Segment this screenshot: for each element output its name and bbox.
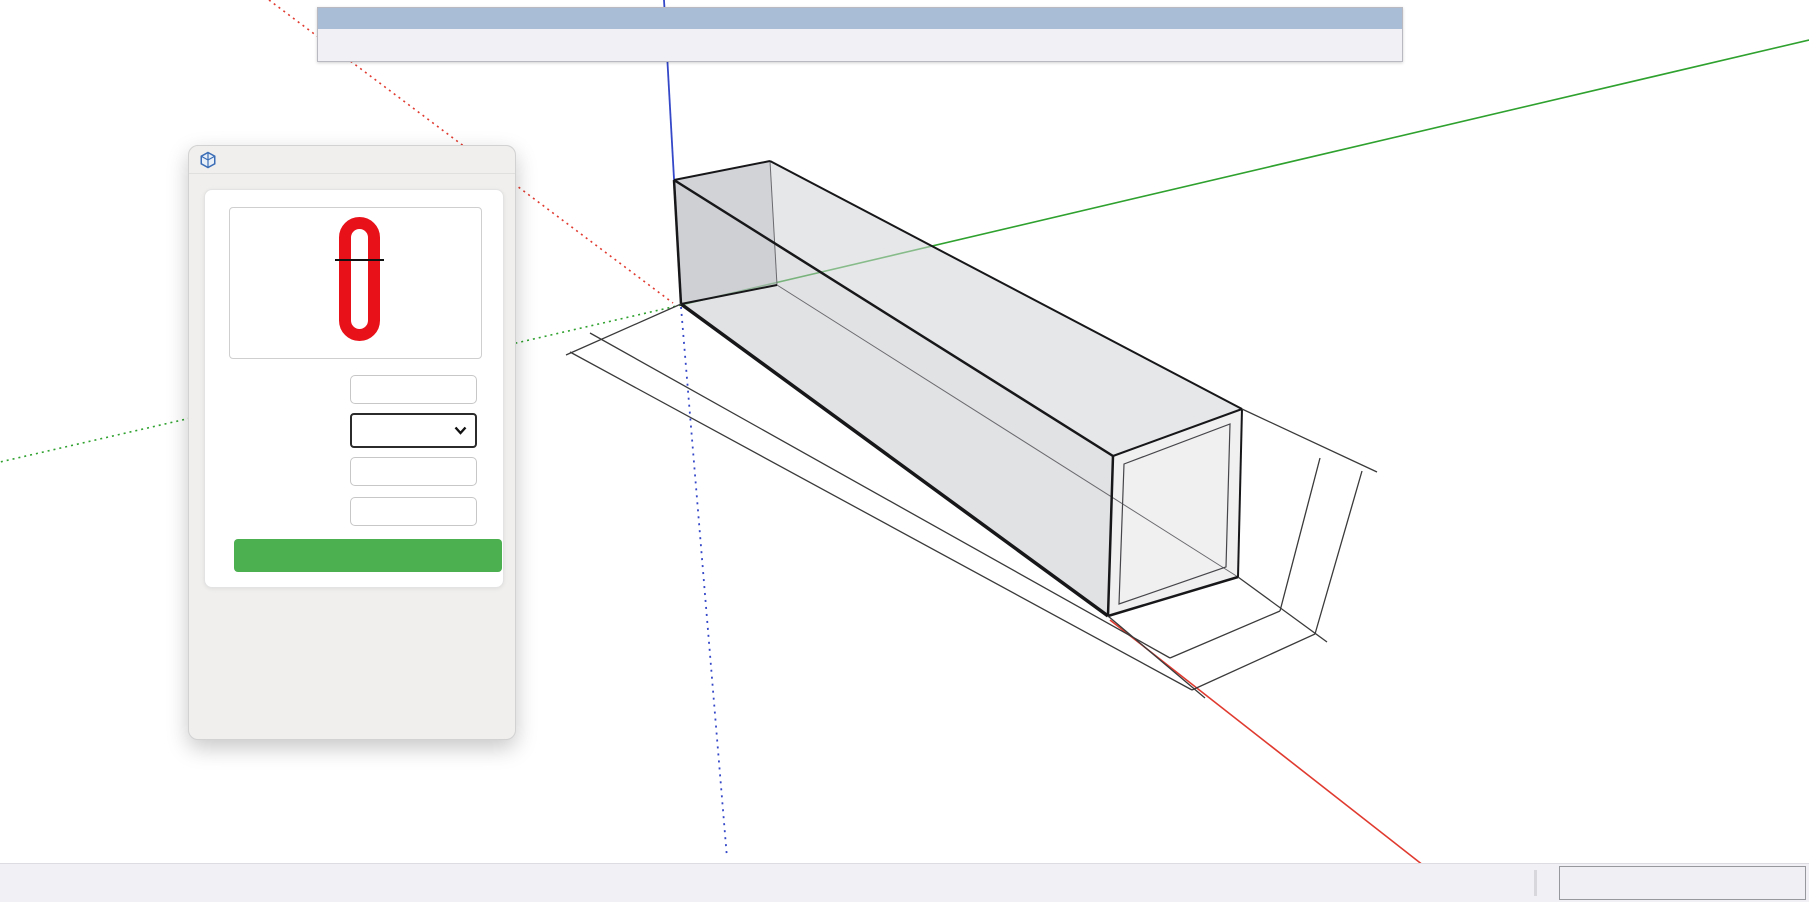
- rebar-330-shape: [339, 217, 380, 341]
- shape-diagram: [229, 207, 482, 359]
- dia-select[interactable]: [350, 413, 477, 448]
- bend-marker-line: [335, 259, 384, 261]
- concrete-beam: [674, 161, 1242, 616]
- create-button[interactable]: [234, 539, 502, 572]
- extension-logo-icon: [199, 151, 217, 169]
- statusbar-divider: [1534, 870, 1537, 896]
- toolbar-buttons: [318, 29, 1402, 62]
- rebar-toolbar-window: [317, 7, 1403, 62]
- status-bar: [0, 863, 1809, 902]
- dialog-card: [204, 189, 504, 588]
- measurements-box[interactable]: [1559, 866, 1806, 900]
- toolbar-close-icon[interactable]: [1380, 11, 1396, 27]
- name-input[interactable]: [350, 375, 477, 404]
- rebar-dialog: [188, 145, 516, 740]
- dialog-titlebar[interactable]: [189, 146, 515, 174]
- toolbar-titlebar[interactable]: [318, 8, 1402, 29]
- a-input[interactable]: [350, 497, 477, 526]
- chevron-down-icon: [454, 426, 467, 435]
- man-input[interactable]: [350, 457, 477, 486]
